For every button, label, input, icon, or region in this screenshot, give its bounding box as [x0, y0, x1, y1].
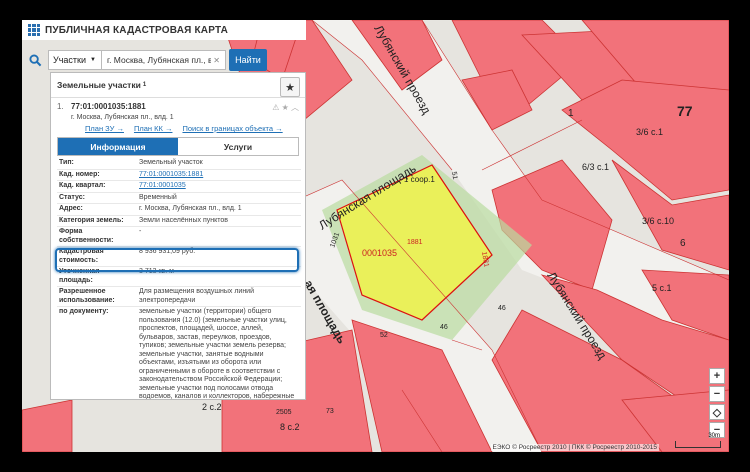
chevron-down-icon: ▼ [90, 57, 96, 63]
zoom-controls: + − ◇ − [709, 368, 725, 438]
cadastral-number-title[interactable]: 77:01:0001035:1881 [71, 102, 146, 113]
building-label-46b: 46 [440, 324, 448, 331]
zoom-out-button[interactable]: − [709, 386, 725, 402]
app-header: ПУБЛИЧНАЯ КАДАСТРОВАЯ КАРТА [22, 20, 306, 40]
building-label-8: 8 с.2 [280, 422, 300, 432]
info-key: Тип: [57, 158, 137, 170]
search-type-select[interactable]: Участки ▼ [48, 50, 102, 70]
building-label-52: 52 [380, 332, 388, 339]
info-row: Разрешенное использование: Для размещения… [57, 286, 301, 307]
cadastral-value-highlight [55, 248, 299, 272]
info-key: по документу: [57, 306, 137, 399]
building-label-77: 77 [677, 103, 693, 119]
app-title: ПУБЛИЧНАЯ КАДАСТРОВАЯ КАРТА [45, 24, 229, 36]
info-row: Кад. номер: 77:01:0001035:1881 [57, 169, 301, 181]
result-address: г. Москва, Лубянская пл., влд. 1 [71, 114, 174, 121]
map-attribution: ЕЭКО © Росреестр 2010 | ПКК © Росреестр … [490, 444, 659, 451]
building-label-1-soor: 1 соор.1 [404, 175, 435, 184]
building-label-63: 6/3 с.1 [582, 162, 609, 172]
info-row: по документу: земельные участки (территор… [57, 306, 301, 399]
link-plan-kk[interactable]: План КК → [134, 124, 173, 133]
scale-label: 30m [708, 433, 720, 439]
info-value: - [137, 226, 301, 247]
building-label-6: 6 [680, 238, 686, 249]
zoom-in-button[interactable]: + [709, 368, 725, 384]
info-key: Категория земель: [57, 215, 137, 227]
info-value: Для размещения воздушных линий электропе… [137, 286, 301, 307]
info-row: Кад. квартал: 77:01:0001035 [57, 180, 301, 193]
search-button[interactable]: Найти [229, 49, 267, 71]
grid-logo-icon [28, 24, 40, 36]
search-bar: Участки ▼ г. Москва, Лубянская пл., влд.… [22, 48, 306, 72]
link-plan-zu[interactable]: План ЗУ → [85, 124, 124, 133]
info-value: г. Москва, Лубянская пл., влд. 1 [137, 203, 301, 216]
info-row: Категория земель: Земли населённых пункто… [57, 215, 301, 227]
info-value: Временный [137, 192, 301, 204]
info-value: земельные участки (территории) общего по… [137, 306, 301, 399]
building-label-36: 3/6 с.1 [636, 127, 663, 137]
info-value-link[interactable]: 77:01:0001035 [139, 182, 186, 189]
tab-information[interactable]: Информация [58, 138, 178, 155]
info-key: Разрешенное использование: [57, 286, 137, 307]
building-label-2: 2 с.2 [202, 402, 222, 412]
building-label-73: 73 [326, 408, 334, 415]
result-item[interactable]: 1. 77:01:0001035:1881 ⚠ ★ ︿ г. Москва, Л… [51, 98, 305, 133]
info-key: Статус: [57, 192, 137, 204]
clear-icon[interactable]: ✕ [213, 56, 220, 65]
scale-bar: 30m [675, 433, 721, 448]
link-search-bounds[interactable]: Поиск в границах объекта → [182, 124, 282, 133]
info-value[interactable]: 77:01:0001035:1881 [137, 169, 301, 181]
building-label-1: 1 [568, 108, 574, 119]
info-value: Земли населённых пунктов [137, 215, 301, 227]
info-row: Адрес: г. Москва, Лубянская пл., влд. 1 [57, 203, 301, 216]
info-key: Кад. номер: [57, 169, 137, 181]
results-count: 1 [142, 82, 147, 88]
result-number: 1. [57, 102, 64, 111]
info-row: Статус: Временный [57, 192, 301, 204]
building-label-46: 46 [498, 305, 506, 312]
search-icon[interactable] [22, 48, 48, 72]
info-tabs: Информация Услуги [57, 137, 299, 156]
parcel-label: 0001035 [362, 248, 397, 258]
panel-title: Земельные участки 1 [51, 73, 305, 98]
info-key: Кад. квартал: [57, 180, 137, 193]
warning-icon: ⚠ ★ ︿ [272, 103, 299, 112]
info-value-link[interactable]: 77:01:0001035:1881 [139, 171, 203, 178]
search-input[interactable]: г. Москва, Лубянская пл., влд. 1 ✕ [102, 50, 226, 70]
favorites-star-icon[interactable]: ★ [280, 77, 300, 97]
building-label-36-10: 3/6 с.10 [642, 216, 674, 226]
tab-services[interactable]: Услуги [178, 138, 298, 155]
building-label-2505: 2505 [276, 409, 292, 416]
parcel-number-1881: 1881 [407, 239, 423, 246]
info-row: Тип: Земельный участок [57, 158, 301, 170]
building-label-51: 51 [450, 171, 458, 180]
info-key: Адрес: [57, 203, 137, 216]
info-table: Тип: Земельный участок Кад. номер: 77:01:00… [57, 158, 301, 399]
map-window: Лубянская площадь Лубянский проезд Лубян… [22, 20, 729, 452]
results-panel: Земельные участки 1 ★ 1. 77:01:0001035:18… [50, 72, 306, 400]
info-row: Форма собственности: - [57, 226, 301, 247]
info-value[interactable]: 77:01:0001035 [137, 180, 301, 193]
building-label-5: 5 с.1 [652, 283, 672, 293]
home-button[interactable]: ◇ [709, 404, 725, 420]
info-value: Земельный участок [137, 158, 301, 170]
info-key: Форма собственности: [57, 226, 137, 247]
